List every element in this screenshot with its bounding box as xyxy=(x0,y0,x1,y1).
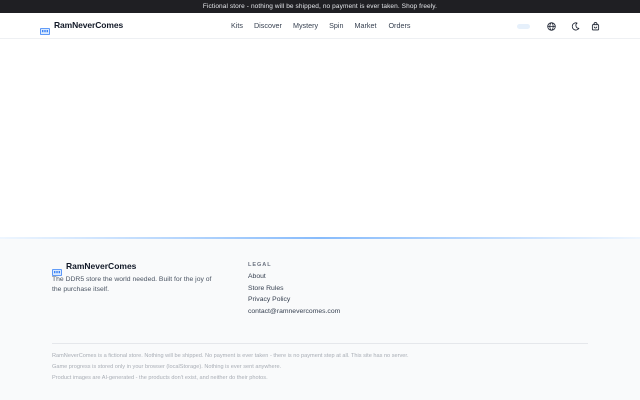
nav-market[interactable]: Market xyxy=(355,21,377,30)
nav-kits[interactable]: Kits xyxy=(231,21,243,30)
nav-discover[interactable]: Discover xyxy=(254,21,282,30)
legal-heading: LEGAL xyxy=(248,262,272,268)
main-content-area xyxy=(0,40,640,237)
footer-disclaimer-line: Product images are AI-generated - the pr… xyxy=(52,375,268,381)
cart-icon[interactable] xyxy=(591,22,600,31)
top-announcement-banner: Fictional store - nothing will be shippe… xyxy=(0,0,640,13)
globe-icon[interactable] xyxy=(547,22,556,31)
moon-icon[interactable] xyxy=(571,22,580,31)
ram-chip-icon xyxy=(52,263,62,276)
footer-tagline: The DDR5 store the world needed. Built f… xyxy=(52,276,212,293)
footer-brand[interactable]: RamNeverComes xyxy=(52,261,137,276)
footer-disclaimer-line: RamNeverComes is a fictional store. Noth… xyxy=(52,353,409,359)
footer-link-about[interactable]: About xyxy=(248,273,266,280)
nav-spin[interactable]: Spin xyxy=(329,21,343,30)
ram-chip-icon xyxy=(40,22,50,35)
main-nav: Kits Discover Mystery Spin Market Orders xyxy=(231,21,410,30)
brand-logo-link[interactable]: RamNeverComes xyxy=(40,20,124,35)
nav-mystery[interactable]: Mystery xyxy=(293,21,318,30)
loading-pill xyxy=(517,24,530,29)
footer-divider xyxy=(52,343,588,344)
site-header: RamNeverComes Kits Discover Mystery Spin… xyxy=(0,13,640,39)
footer-brand-name: RamNeverComes xyxy=(66,261,137,271)
footer-link-store-rules[interactable]: Store Rules xyxy=(248,285,284,292)
footer-link-privacy-policy[interactable]: Privacy Policy xyxy=(248,296,290,303)
banner-text: Fictional store - nothing will be shippe… xyxy=(202,3,438,10)
brand-name: RamNeverComes xyxy=(54,20,124,30)
nav-orders[interactable]: Orders xyxy=(388,21,410,30)
site-footer: RamNeverComes The DDR5 store the world n… xyxy=(0,239,640,400)
footer-disclaimer-line: Game progress is stored only in your bro… xyxy=(52,364,282,370)
footer-link-contact-email[interactable]: contact@ramnevercomes.com xyxy=(248,308,340,315)
